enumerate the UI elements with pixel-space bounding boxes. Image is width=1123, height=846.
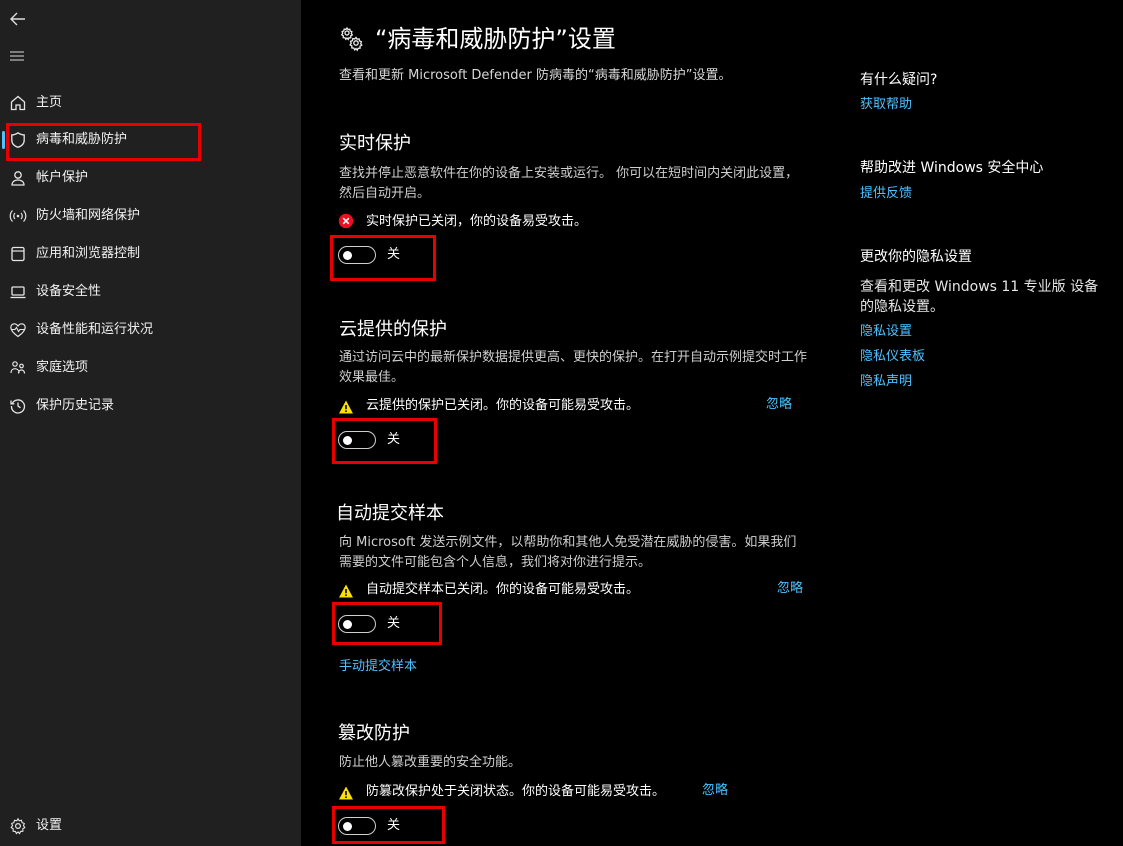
- sidebar-item-label: 保护历史记录: [36, 398, 115, 413]
- sidebar-item-device-performance[interactable]: 设备性能和运行状况: [0, 312, 301, 348]
- privacy-settings-link[interactable]: 隐私设置: [860, 323, 912, 341]
- active-indicator: [2, 131, 5, 149]
- highlight-box: [332, 806, 445, 844]
- gear-icon: [10, 817, 26, 835]
- section-description-sample: 向 Microsoft 发送示例文件，以帮助你和其他人免受潜在威胁的侵害。如果我…: [339, 535, 797, 570]
- home-icon: [10, 95, 26, 111]
- main-content: “病毒和威胁防护”设置 查看和更新 Microsoft Defender 防病毒…: [301, 0, 1123, 846]
- privacy-description: 查看和更改 Windows 11 专业版 设备的隐私设置。: [860, 279, 1099, 315]
- status-message-tamper: 防篡改保护处于关闭状态。你的设备可能易受攻击。: [366, 784, 666, 799]
- warning-icon: [339, 584, 353, 598]
- sidebar: 主页 病毒和威胁防护 帐户保护 防火墙和网络保护 应用和浏览器控制 设备安全性 …: [0, 0, 301, 846]
- dismiss-link-sample[interactable]: 忽略: [777, 580, 803, 598]
- sidebar-item-label: 帐户保护: [36, 170, 89, 185]
- manual-sample-link[interactable]: 手动提交样本: [339, 658, 417, 676]
- sidebar-item-family-options[interactable]: 家庭选项: [0, 350, 301, 386]
- warning-icon: [339, 786, 353, 800]
- section-description-tamper: 防止他人篡改重要的安全功能。: [339, 755, 522, 770]
- highlight-box: [6, 123, 201, 161]
- page-title: “病毒和威胁防护”设置: [375, 25, 616, 53]
- privacy-heading: 更改你的隐私设置: [860, 249, 972, 265]
- section-description-realtime: 查找并停止恶意软件在你的设备上安装或运行。 你可以在短时间内关闭此设置，然后自动…: [339, 166, 799, 201]
- status-message-cloud: 云提供的保护已关闭。你的设备可能易受攻击。: [366, 398, 640, 413]
- sidebar-item-device-security[interactable]: 设备安全性: [0, 274, 301, 310]
- privacy-dashboard-link[interactable]: 隐私仪表板: [860, 348, 925, 366]
- sidebar-item-home[interactable]: 主页: [0, 85, 301, 121]
- sidebar-item-label: 防火墙和网络保护: [36, 208, 141, 223]
- back-arrow-icon[interactable]: [8, 9, 28, 29]
- sidebar-item-label: 家庭选项: [36, 360, 89, 375]
- status-message-realtime: 实时保护已关闭，你的设备易受攻击。: [366, 214, 588, 229]
- highlight-box: [330, 235, 436, 281]
- section-title-sample: 自动提交样本: [336, 503, 444, 524]
- page-subtitle: 查看和更新 Microsoft Defender 防病毒的“病毒和威胁防护”设置…: [339, 68, 732, 83]
- sidebar-item-label: 设置: [36, 818, 63, 833]
- sidebar-item-settings[interactable]: 设置: [0, 808, 301, 844]
- heart-pulse-icon: [10, 323, 26, 338]
- status-message-sample: 自动提交样本已关闭。你的设备可能易受攻击。: [366, 582, 640, 597]
- section-title-realtime: 实时保护: [339, 133, 411, 154]
- hamburger-menu-icon[interactable]: [8, 47, 26, 65]
- dismiss-link-cloud[interactable]: 忽略: [766, 396, 792, 414]
- privacy-statement-link[interactable]: 隐私声明: [860, 373, 912, 391]
- highlight-box: [332, 418, 437, 464]
- sidebar-item-label: 应用和浏览器控制: [36, 246, 141, 261]
- sidebar-item-label: 主页: [36, 95, 63, 110]
- sidebar-item-app-browser[interactable]: 应用和浏览器控制: [0, 236, 301, 272]
- person-icon: [11, 171, 25, 186]
- dismiss-link-tamper[interactable]: 忽略: [702, 782, 728, 800]
- history-icon: [10, 399, 26, 414]
- highlight-box: [332, 602, 442, 645]
- gear-settings-icon: [340, 26, 363, 52]
- feedback-link[interactable]: 提供反馈: [860, 185, 912, 203]
- family-icon: [10, 361, 26, 374]
- sidebar-item-label: 设备性能和运行状况: [36, 322, 154, 337]
- help-heading: 有什么疑问?: [860, 72, 938, 88]
- get-help-link[interactable]: 获取帮助: [860, 96, 912, 114]
- wifi-signal-icon: [9, 210, 27, 222]
- sidebar-item-protection-history[interactable]: 保护历史记录: [0, 388, 301, 424]
- improve-heading: 帮助改进 Windows 安全中心: [860, 160, 1044, 176]
- error-circle-icon: [338, 213, 354, 229]
- sidebar-item-account-protection[interactable]: 帐户保护: [0, 160, 301, 196]
- laptop-icon: [10, 286, 26, 299]
- section-title-cloud: 云提供的保护: [339, 319, 447, 340]
- section-title-tamper: 篡改防护: [338, 723, 410, 744]
- sidebar-item-firewall[interactable]: 防火墙和网络保护: [0, 198, 301, 234]
- app-window-icon: [11, 246, 25, 262]
- sidebar-item-label: 设备安全性: [36, 284, 102, 299]
- section-description-cloud: 通过访问云中的最新保护数据提供更高、更快的保护。在打开自动示例提交时工作效果最佳…: [339, 350, 808, 385]
- warning-icon: [339, 400, 353, 414]
